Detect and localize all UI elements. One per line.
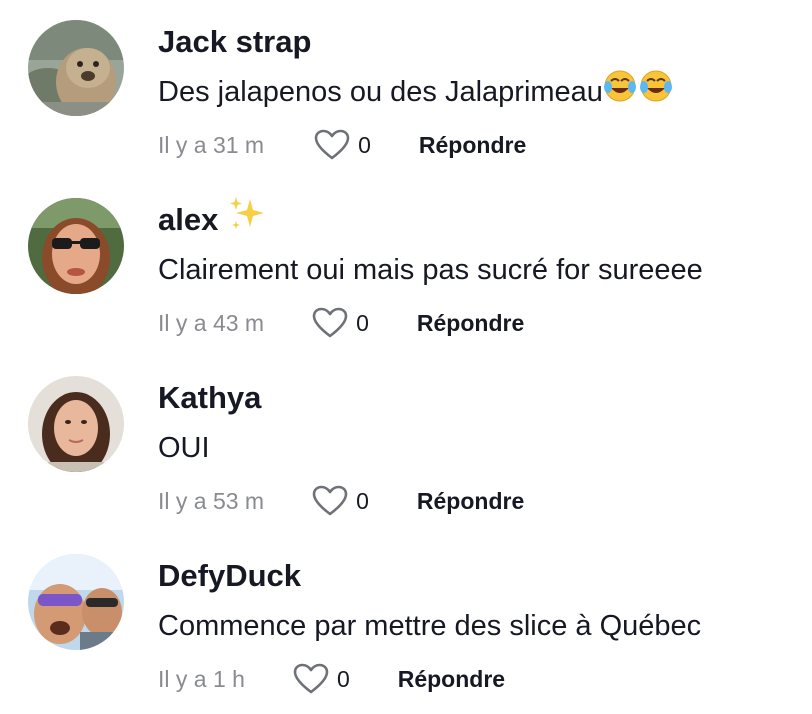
comment-username[interactable]: Jack strap — [158, 24, 311, 60]
tears-of-joy-emoji-icon — [603, 69, 673, 112]
avatar[interactable] — [28, 20, 124, 116]
comment-username[interactable]: Kathya — [158, 380, 261, 416]
like-button[interactable]: 0 — [312, 485, 369, 517]
like-count: 0 — [358, 131, 371, 158]
avatar[interactable] — [28, 376, 124, 472]
reply-button[interactable]: Répondre — [398, 666, 505, 693]
marmot-avatar-image — [28, 20, 124, 116]
comment-username[interactable]: alex — [158, 196, 266, 241]
heart-outline-icon — [314, 129, 350, 160]
comment-meta: Il y a 31 m 0 Répondre — [158, 127, 526, 163]
comment-item: alex Clairement oui mais pas sucré for s… — [0, 178, 812, 356]
comment-timestamp: Il y a 43 m — [158, 309, 265, 336]
comment-item: DefyDuck Commence par mettre des slice à… — [0, 534, 812, 712]
like-count: 0 — [336, 665, 350, 692]
comment-meta: Il y a 43 m 0 Répondre — [158, 305, 524, 341]
like-count: 0 — [356, 487, 369, 514]
alex-avatar-image — [28, 198, 124, 294]
comment-text: Des jalapenos ou des Jalaprimeau — [158, 70, 673, 112]
sparkles-icon — [228, 195, 266, 241]
like-button[interactable]: 0 — [312, 307, 369, 339]
defyduck-avatar-image — [28, 554, 124, 650]
heart-outline-icon — [312, 485, 348, 516]
comment-username[interactable]: DefyDuck — [158, 558, 301, 594]
comment-timestamp: Il y a 53 m — [158, 487, 265, 514]
comment-meta: Il y a 53 m 0 Répondre — [158, 483, 524, 519]
reply-button[interactable]: Répondre — [417, 310, 524, 337]
reply-button[interactable]: Répondre — [419, 132, 526, 159]
comment-item: Kathya OUI Il y a 53 m 0 Répondre — [0, 356, 812, 534]
comment-meta: Il y a 1 h 0 Répondre — [158, 661, 505, 697]
comment-item: Jack strap Des jalapenos ou des Jalaprim… — [0, 0, 812, 178]
comment-text-content: Des jalapenos ou des Jalaprimeau — [158, 76, 603, 108]
heart-outline-icon — [312, 307, 348, 338]
reply-button[interactable]: Répondre — [417, 488, 524, 515]
comment-timestamp: Il y a 31 m — [158, 131, 265, 158]
comment-text: Clairement oui mais pas sucré for sureee… — [158, 254, 703, 286]
like-count: 0 — [356, 309, 369, 336]
comment-text: Commence par mettre des slice à Québec — [158, 610, 702, 642]
like-button[interactable]: 0 — [314, 129, 371, 161]
comment-timestamp: Il y a 1 h — [158, 665, 245, 692]
comment-username-text: alex — [158, 202, 219, 237]
comment-text: OUI — [158, 432, 210, 464]
heart-outline-icon — [293, 663, 329, 694]
avatar[interactable] — [28, 554, 124, 650]
like-button[interactable]: 0 — [293, 663, 350, 695]
avatar[interactable] — [28, 198, 124, 294]
kathya-avatar-image — [28, 376, 124, 472]
